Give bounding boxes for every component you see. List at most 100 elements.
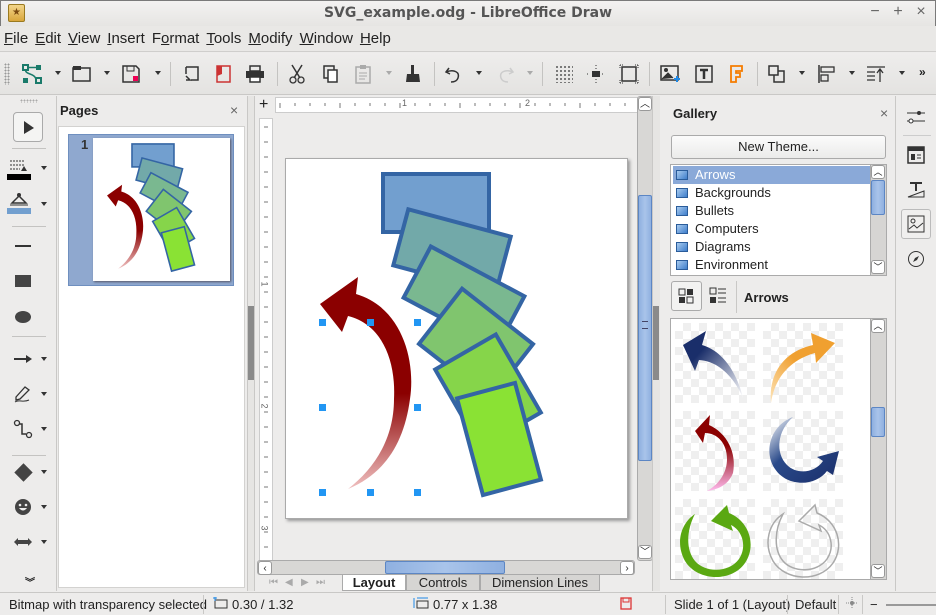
pages-panel-close-button[interactable]: × — [230, 102, 238, 118]
menu-edit[interactable]: Edit — [31, 26, 64, 47]
gallery-item-orange-arrow[interactable] — [763, 323, 843, 403]
first-tab-button[interactable]: ⏮ — [269, 577, 278, 588]
maximize-button[interactable]: + — [889, 3, 907, 21]
prev-tab-button[interactable]: ◀ — [285, 577, 293, 588]
theme-item[interactable]: Arrows — [673, 166, 871, 184]
connector-icon[interactable] — [10, 416, 36, 442]
selection-handle[interactable] — [367, 319, 374, 326]
selection-handle[interactable] — [367, 489, 374, 496]
block-arrows-icon[interactable] — [10, 529, 36, 555]
horizontal-scroll-thumb[interactable] — [385, 561, 505, 574]
print-icon[interactable] — [243, 62, 267, 86]
selection-handle[interactable] — [414, 489, 421, 496]
right-splitter[interactable] — [652, 96, 660, 591]
align-icon[interactable] — [815, 62, 839, 86]
theme-scroll-thumb[interactable] — [871, 180, 885, 215]
theme-list[interactable]: Arrows Backgrounds Bullets Computers Diagram… — [670, 164, 887, 276]
fill-color-icon[interactable] — [6, 190, 32, 216]
menu-format[interactable]: Format — [148, 26, 203, 47]
menu-modify[interactable]: Modify — [244, 26, 295, 47]
navigator-icon[interactable] — [901, 244, 931, 274]
line-color-icon[interactable] — [6, 156, 32, 182]
vertical-scrollbar[interactable]: ︿ ﹀ — [637, 96, 653, 561]
scroll-up-button[interactable]: ︿ — [871, 165, 885, 179]
line-icon[interactable] — [10, 233, 36, 259]
tab-layout[interactable]: Layout — [342, 575, 406, 591]
open-icon[interactable] — [70, 62, 94, 86]
symbol-shapes-icon[interactable] — [10, 494, 36, 520]
vertical-ruler[interactable]: 1 2 3 — [259, 118, 273, 564]
theme-item[interactable]: Backgrounds — [673, 184, 871, 202]
navigator-text-icon[interactable] — [901, 174, 931, 204]
paste-icon[interactable] — [351, 62, 375, 86]
gallery-item-green-circular-arrow[interactable] — [675, 499, 755, 579]
gallery-scroll-thumb[interactable] — [871, 407, 885, 437]
theme-item[interactable]: Environment — [673, 256, 871, 274]
theme-item[interactable]: Computers — [673, 220, 871, 238]
curve-icon[interactable] — [10, 381, 36, 407]
clone-formatting-icon[interactable] — [401, 62, 425, 86]
horizontal-ruler[interactable]: 1 2 — [275, 97, 639, 113]
scroll-down-button[interactable]: ﹀ — [871, 564, 885, 578]
gallery-scrollbar[interactable]: ︿ ﹀ — [870, 319, 886, 579]
gallery-item-gray-circular-arrow[interactable] — [763, 499, 843, 579]
undo-icon[interactable] — [441, 62, 465, 86]
next-tab-button[interactable]: ▶ — [301, 577, 309, 588]
insert-image-icon[interactable] — [658, 62, 682, 86]
scroll-left-button[interactable]: ‹ — [258, 561, 272, 575]
fontwork-icon[interactable] — [724, 62, 748, 86]
save-icon[interactable] — [119, 62, 143, 86]
toolbar-overflow-button[interactable]: » — [919, 65, 926, 79]
view-layout-icon[interactable] — [845, 596, 859, 613]
left-splitter[interactable] — [247, 96, 255, 591]
menu-view[interactable]: View — [64, 26, 103, 47]
selection-handle[interactable] — [319, 404, 326, 411]
master-page-status[interactable]: Default — [795, 597, 836, 612]
copy-icon[interactable] — [319, 62, 343, 86]
styles-icon[interactable] — [901, 140, 931, 170]
gallery-item-blue-circular-arrow[interactable] — [763, 411, 843, 491]
horizontal-scrollbar[interactable]: ‹ › — [257, 560, 635, 575]
zoom-slider[interactable] — [886, 604, 936, 606]
gallery-close-button[interactable]: × — [880, 105, 888, 121]
theme-item[interactable]: Bullets — [673, 202, 871, 220]
gallery-icon[interactable] — [901, 209, 931, 239]
scroll-right-button[interactable]: › — [620, 561, 634, 575]
zoom-out-button[interactable]: − — [870, 597, 878, 612]
tab-dimension-lines[interactable]: Dimension Lines — [480, 575, 600, 591]
ruler-origin-icon[interactable]: + — [259, 97, 268, 113]
tab-controls[interactable]: Controls — [406, 575, 480, 591]
grid-icon[interactable] — [552, 62, 576, 86]
line-arrow-icon[interactable] — [10, 346, 36, 372]
ellipse-icon[interactable] — [10, 304, 36, 330]
rectangle-icon[interactable] — [10, 268, 36, 294]
menu-tools[interactable]: Tools — [202, 26, 244, 47]
icon-view-button[interactable] — [671, 281, 702, 311]
selection-handle[interactable] — [414, 404, 421, 411]
theme-list-scrollbar[interactable]: ︿ ﹀ — [870, 165, 886, 275]
menu-window[interactable]: Window — [296, 26, 356, 47]
insert-textbox-icon[interactable] — [692, 62, 716, 86]
more-tools-icon[interactable]: ︾ — [25, 574, 35, 589]
select-icon[interactable] — [13, 112, 43, 142]
gallery-item-dark-blue-arrow[interactable] — [675, 323, 755, 403]
helplines-icon[interactable] — [584, 62, 608, 86]
scroll-up-button[interactable]: ︿ — [871, 319, 885, 333]
scroll-down-button[interactable]: ﹀ — [638, 545, 652, 559]
new-theme-button[interactable]: New Theme... — [671, 135, 886, 159]
toolbar-grip[interactable] — [4, 63, 10, 85]
cut-icon[interactable] — [285, 62, 309, 86]
scroll-down-button[interactable]: ﹀ — [871, 260, 885, 274]
export-pdf-icon[interactable] — [211, 62, 235, 86]
vertical-scroll-thumb[interactable] — [638, 195, 652, 461]
last-tab-button[interactable]: ⏭ — [316, 577, 325, 588]
selection-handle[interactable] — [414, 319, 421, 326]
scroll-up-button[interactable]: ︿ — [638, 97, 652, 111]
drawing-page[interactable] — [285, 158, 628, 519]
document-modified-icon[interactable] — [620, 597, 632, 613]
arrange-icon[interactable] — [864, 62, 888, 86]
export-icon[interactable] — [180, 62, 204, 86]
detailed-view-button[interactable] — [706, 283, 732, 309]
gallery-item-red-arrow[interactable] — [675, 411, 755, 491]
points-icon[interactable] — [20, 62, 44, 86]
